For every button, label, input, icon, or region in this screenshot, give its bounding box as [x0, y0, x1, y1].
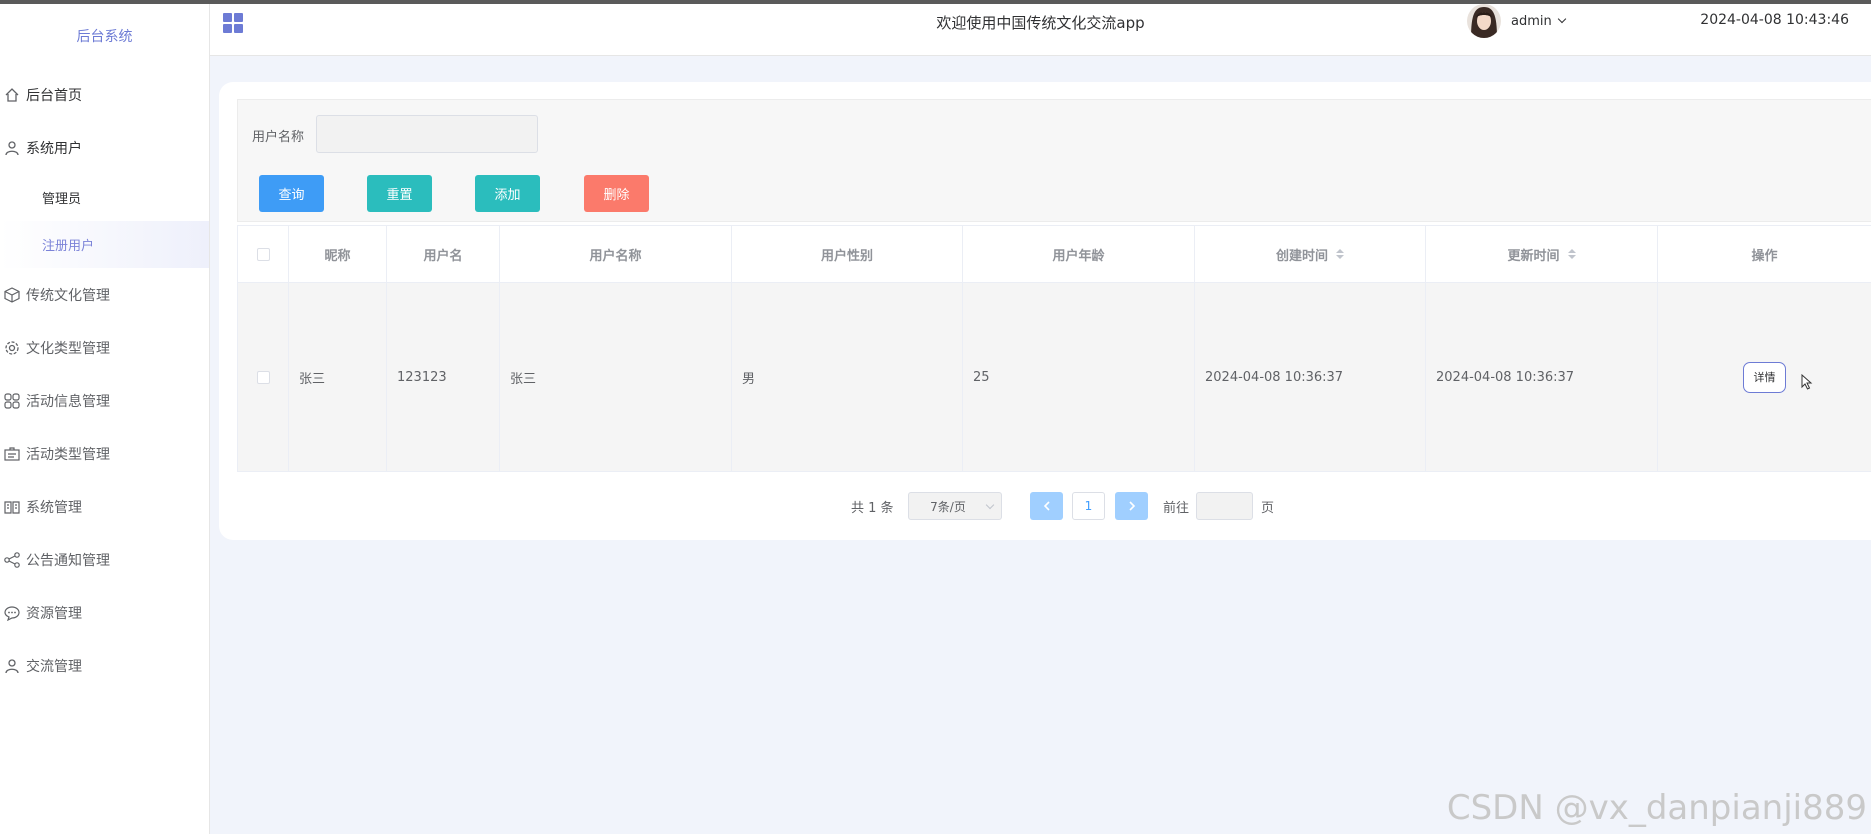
mouse-cursor-icon: [1801, 373, 1813, 394]
sidebar-item-system-users[interactable]: 系统用户: [0, 121, 209, 174]
pagination: 共 1 条 7条/页 1 前往 页: [219, 492, 1871, 520]
filter-bar: 用户名称 查询 重置 添加 删除: [237, 99, 1871, 222]
user-name: admin: [1511, 14, 1552, 29]
user-table: 昵称 用户名 用户名称 用户性别 用户年龄 创建时间 更新时间 操作 张三 12…: [237, 225, 1871, 472]
sidebar-item-label: 活动类型管理: [26, 446, 110, 463]
book-icon: [2, 497, 22, 517]
sidebar-item-label: 后台首页: [26, 87, 82, 104]
row-checkbox[interactable]: [256, 370, 270, 384]
sidebar-item-culture[interactable]: 传统文化管理: [0, 268, 209, 321]
cell-gender: 男: [732, 283, 963, 471]
cell-nickname: 张三: [289, 283, 387, 471]
page-size-select[interactable]: 7条/页: [908, 492, 1002, 520]
gear-icon: [2, 338, 22, 358]
column-header-updated-label: 更新时间: [1507, 248, 1560, 264]
sidebar-item-home[interactable]: 后台首页: [0, 68, 209, 121]
cell-updated: 2024-04-08 10:36:37: [1426, 283, 1658, 471]
box-icon: [2, 285, 22, 305]
sidebar-item-label: 系统用户: [26, 140, 82, 157]
sidebar-item-system[interactable]: 系统管理: [0, 480, 209, 533]
cell-name: 张三: [500, 283, 732, 471]
page-number-1[interactable]: 1: [1072, 492, 1105, 520]
cell-age: 25: [963, 283, 1195, 471]
avatar[interactable]: [1467, 4, 1501, 38]
sidebar-subitem-registered-users[interactable]: 注册用户: [0, 221, 209, 268]
cell-username: 123123: [387, 283, 500, 471]
current-datetime: 2024-04-08 10:43:46: [1700, 12, 1849, 28]
brand-title: 后台系统: [76, 29, 133, 45]
main-panel: 用户名称 查询 重置 添加 删除 昵称 用户名 用户名称 用户性别 用户年龄 创…: [219, 82, 1871, 540]
table-row: 张三 123123 张三 男 25 2024-04-08 10:36:37 20…: [238, 283, 1871, 471]
column-header-username[interactable]: 用户名: [387, 226, 500, 282]
prev-page-button[interactable]: [1030, 492, 1063, 520]
sort-icon[interactable]: [1567, 249, 1576, 259]
column-header-created[interactable]: 创建时间: [1195, 226, 1426, 282]
select-all-cell: [238, 226, 289, 282]
sidebar-item-resources[interactable]: 资源管理: [0, 586, 209, 639]
column-header-updated[interactable]: 更新时间: [1426, 226, 1658, 282]
goto-label: 前往: [1163, 500, 1190, 516]
select-all-checkbox[interactable]: [256, 247, 270, 261]
sidebar-item-notices[interactable]: 公告通知管理: [0, 533, 209, 586]
reset-button[interactable]: 重置: [367, 175, 432, 212]
page-size-value: 7条/页: [930, 499, 966, 514]
goto-page-input[interactable]: [1196, 492, 1253, 520]
top-bar: 欢迎使用中国传统文化交流app admin 2024-04-08 10:43:4…: [210, 4, 1871, 56]
cell-actions: 详情: [1658, 283, 1871, 471]
sidebar-item-label: 活动信息管理: [26, 393, 110, 410]
detail-button[interactable]: 详情: [1743, 361, 1786, 393]
chevron-down-icon: [985, 500, 995, 510]
sidebar-item-label: 交流管理: [26, 658, 82, 675]
goto-suffix: 页: [1261, 500, 1275, 516]
row-select-cell: [238, 283, 289, 471]
pagination-total: 共 1 条: [851, 500, 894, 516]
sidebar-item-label: 系统管理: [26, 499, 82, 516]
sidebar-item-culture-types[interactable]: 文化类型管理: [0, 321, 209, 374]
chevron-right-icon: [1128, 501, 1135, 511]
sort-icon[interactable]: [1336, 249, 1344, 259]
sidebar-item-activity-info[interactable]: 活动信息管理: [0, 374, 209, 427]
table-header-row: 昵称 用户名 用户名称 用户性别 用户年龄 创建时间 更新时间 操作: [238, 226, 1871, 283]
user-menu[interactable]: admin: [1511, 14, 1567, 29]
add-button[interactable]: 添加: [475, 175, 540, 212]
chevron-down-icon: [1557, 14, 1567, 24]
sidebar-item-label: 公告通知管理: [26, 552, 110, 569]
sidebar: 后台系统 后台首页 系统用户 管理员 注册用户 传统文化管理 文化类型管理 活动…: [0, 4, 210, 834]
column-header-created-label: 创建时间: [1275, 248, 1328, 264]
sidebar-item-activity-types[interactable]: 活动类型管理: [0, 427, 209, 480]
column-header-name[interactable]: 用户名称: [500, 226, 732, 282]
column-header-gender[interactable]: 用户性别: [732, 226, 963, 282]
chevron-left-icon: [1043, 501, 1050, 511]
sidebar-item-exchange[interactable]: 交流管理: [0, 639, 209, 692]
user-icon: [2, 138, 22, 158]
briefcase-icon: [2, 444, 22, 464]
app-title: 欢迎使用中国传统文化交流app: [936, 14, 1145, 32]
next-page-button[interactable]: [1115, 492, 1148, 520]
cell-created: 2024-04-08 10:36:37: [1195, 283, 1426, 471]
chat-icon: [2, 603, 22, 623]
column-header-age[interactable]: 用户年龄: [963, 226, 1195, 282]
column-header-actions: 操作: [1751, 248, 1778, 264]
share-icon: [2, 550, 22, 570]
sidebar-item-label: 资源管理: [26, 605, 82, 622]
watermark: CSDN @vx_danpianji889: [1446, 788, 1867, 828]
column-header-nickname[interactable]: 昵称: [289, 226, 387, 282]
sidebar-item-label: 传统文化管理: [26, 287, 110, 304]
delete-button[interactable]: 删除: [584, 175, 649, 212]
grid-icon: [2, 391, 22, 411]
username-filter-input[interactable]: [316, 115, 538, 153]
home-icon: [2, 85, 22, 105]
sidebar-subitem-admin[interactable]: 管理员: [0, 174, 209, 221]
user-icon: [2, 656, 22, 676]
sidebar-item-label: 文化类型管理: [26, 340, 110, 357]
query-button[interactable]: 查询: [259, 175, 324, 212]
username-filter-label: 用户名称: [252, 130, 305, 145]
